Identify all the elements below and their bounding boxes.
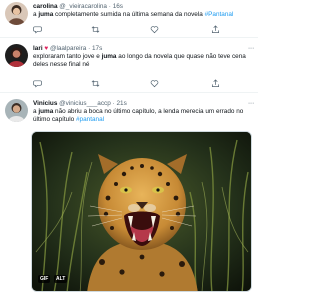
tweet-actions <box>33 25 244 34</box>
tweet-text: a juma completamente sumida na última se… <box>33 11 234 18</box>
tweet-time[interactable]: 17s <box>92 45 102 52</box>
separator-dot: · <box>108 3 111 10</box>
tweet-text: exploraram tanto jove e juma ao longo da… <box>33 53 246 69</box>
avatar[interactable] <box>5 99 28 122</box>
keyword-highlight: juma <box>38 108 54 115</box>
author-handle[interactable]: @laalpareira <box>50 45 86 52</box>
share-button[interactable] <box>211 25 221 34</box>
reply-icon <box>33 80 42 88</box>
tweet-time[interactable]: 21s <box>116 100 126 107</box>
heart-emoji-icon: ♥ <box>44 45 49 52</box>
alt-badge[interactable]: ALT <box>54 275 68 283</box>
separator-dot: · <box>88 45 91 52</box>
like-icon <box>150 26 159 34</box>
avatar[interactable] <box>5 44 28 67</box>
tweet-header: lari ♥ @laalpareira · 17s <box>33 45 244 53</box>
author-handle[interactable]: @vinicius___accp <box>59 100 111 107</box>
reply-button[interactable] <box>33 79 43 88</box>
author-name[interactable]: lari <box>33 45 43 52</box>
separator-dot: · <box>112 100 115 107</box>
share-icon <box>211 25 220 34</box>
more-options-button[interactable]: ··· <box>248 100 254 108</box>
retweet-icon <box>91 80 100 87</box>
hashtag-link[interactable]: #Pantanal <box>205 11 234 18</box>
author-name[interactable]: Vinicius <box>33 100 57 107</box>
retweet-icon <box>91 26 100 33</box>
tweet-header: carolina @_vieiracarolina · 16s <box>33 3 244 11</box>
avatar[interactable] <box>5 2 28 25</box>
author-name[interactable]: carolina <box>33 3 58 10</box>
tweet-actions <box>33 79 244 88</box>
tweet-media-gif[interactable]: GIF ALT <box>31 131 252 292</box>
like-icon <box>150 80 159 88</box>
gif-badge: GIF <box>38 275 51 283</box>
hashtag-link[interactable]: #pantanal <box>76 116 104 123</box>
more-icon: ··· <box>247 45 254 52</box>
author-handle[interactable]: @_vieiracarolina <box>59 3 107 10</box>
share-button[interactable] <box>211 79 221 88</box>
tweet-2[interactable]: lari ♥ @laalpareira · 17s ··· exploraram… <box>0 38 258 92</box>
tweet-1[interactable]: carolina @_vieiracarolina · 16s a juma c… <box>0 0 258 37</box>
retweet-button[interactable] <box>91 79 101 88</box>
retweet-button[interactable] <box>91 25 101 34</box>
more-options-button[interactable]: ··· <box>248 45 254 53</box>
tweet-time[interactable]: 16s <box>113 3 123 10</box>
reply-button[interactable] <box>33 25 43 34</box>
keyword-highlight: juma <box>101 53 117 60</box>
tweet-header: Vinicius @vinicius___accp · 21s <box>33 100 244 108</box>
leopard-image <box>32 132 251 291</box>
like-button[interactable] <box>150 25 160 34</box>
more-icon: ··· <box>247 100 254 107</box>
tweet-text: a juma não abriu a boca no último capítu… <box>33 108 244 124</box>
like-button[interactable] <box>150 79 160 88</box>
share-icon <box>211 79 220 88</box>
keyword-highlight: juma <box>38 11 54 18</box>
reply-icon <box>33 26 42 34</box>
